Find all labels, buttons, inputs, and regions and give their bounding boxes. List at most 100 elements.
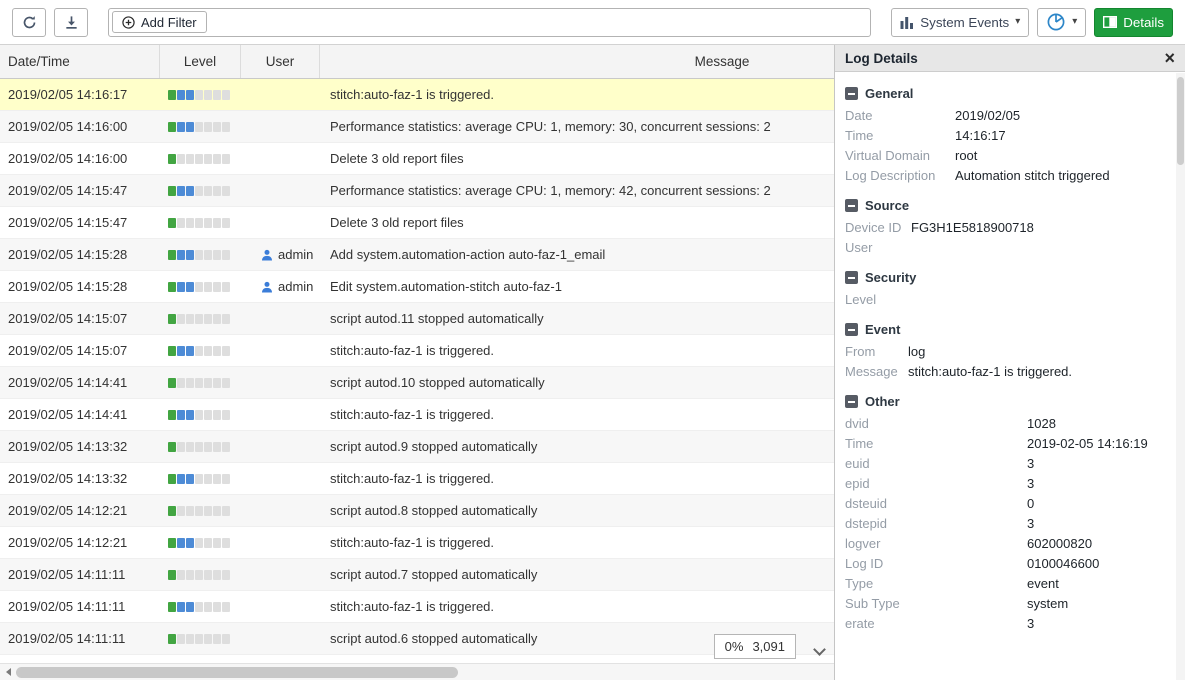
level-segment (204, 410, 212, 420)
level-bar (168, 122, 230, 132)
field-label: Level (845, 290, 911, 310)
details-toggle-button[interactable]: Details (1094, 8, 1173, 37)
table-row[interactable]: 2019/02/05 14:16:17 stitch:auto-faz-1 is… (0, 79, 835, 111)
table-row[interactable]: 2019/02/05 14:12:21 script autod.8 stopp… (0, 495, 835, 527)
cell-user: admin (241, 279, 320, 294)
level-segment (222, 602, 230, 612)
pie-chart-icon (1046, 12, 1066, 32)
chart-menu-button[interactable]: ▾ (1037, 8, 1086, 37)
table-row[interactable]: 2019/02/05 14:13:32 script autod.9 stopp… (0, 431, 835, 463)
section-header[interactable]: Event (845, 322, 1163, 337)
cell-message: script autod.11 stopped automatically (320, 311, 835, 326)
table-row[interactable]: 2019/02/05 14:11:11 script autod.7 stopp… (0, 559, 835, 591)
horizontal-scrollbar-thumb[interactable] (16, 667, 458, 678)
cell-message: script autod.8 stopped automatically (320, 503, 835, 518)
level-segment (204, 634, 212, 644)
vertical-scrollbar-thumb[interactable] (1177, 77, 1184, 165)
cell-level (160, 90, 241, 100)
section-header[interactable]: Other (845, 394, 1163, 409)
horizontal-scrollbar[interactable] (0, 663, 834, 680)
refresh-button[interactable] (12, 8, 46, 37)
chevron-down-icon: ▾ (1015, 17, 1020, 27)
level-segment (195, 410, 203, 420)
table-row[interactable]: 2019/02/05 14:15:07 stitch:auto-faz-1 is… (0, 335, 835, 367)
column-header-level[interactable]: Level (160, 45, 241, 78)
table-row[interactable]: 2019/02/05 14:11:11 script autod.6 stopp… (0, 623, 835, 655)
level-segment (213, 410, 221, 420)
collapse-icon[interactable] (845, 395, 858, 408)
cell-message: Performance statistics: average CPU: 1, … (320, 183, 835, 198)
level-segment (177, 634, 185, 644)
table-row[interactable]: 2019/02/05 14:11:11 stitch:auto-faz-1 is… (0, 591, 835, 623)
table-row[interactable]: 2019/02/05 14:16:00 Performance statisti… (0, 111, 835, 143)
collapse-icon[interactable] (845, 323, 858, 336)
cell-message: stitch:auto-faz-1 is triggered. (320, 343, 835, 358)
column-header-datetime[interactable]: Date/Time (0, 45, 160, 78)
filter-bar[interactable]: Add Filter (108, 8, 871, 37)
section-fields: Level (845, 290, 1163, 310)
table-row[interactable]: 2019/02/05 14:12:21 stitch:auto-faz-1 is… (0, 527, 835, 559)
level-segment (177, 602, 185, 612)
download-button[interactable] (54, 8, 88, 37)
level-segment (186, 634, 194, 644)
level-bar (168, 538, 230, 548)
level-segment (186, 282, 194, 292)
level-segment (168, 282, 176, 292)
cell-datetime: 2019/02/05 14:14:41 (0, 407, 160, 422)
level-segment (204, 506, 212, 516)
field-label: dsteuid (845, 494, 1027, 514)
cell-level (160, 634, 241, 644)
level-segment (213, 90, 221, 100)
add-filter-button[interactable]: Add Filter (112, 11, 207, 33)
log-view-selector[interactable]: System Events ▾ (891, 8, 1029, 37)
table-row[interactable]: 2019/02/05 14:13:32 stitch:auto-faz-1 is… (0, 463, 835, 495)
level-bar (168, 90, 230, 100)
section-header[interactable]: General (845, 86, 1163, 101)
collapse-icon[interactable] (845, 199, 858, 212)
level-segment (195, 634, 203, 644)
vertical-scrollbar[interactable] (1176, 73, 1185, 680)
level-segment (195, 538, 203, 548)
collapse-icon[interactable] (845, 87, 858, 100)
section-title: Source (865, 198, 909, 213)
level-bar (168, 410, 230, 420)
level-segment (177, 474, 185, 484)
bar-chart-icon (900, 16, 914, 29)
level-segment (195, 90, 203, 100)
collapse-icon[interactable] (845, 271, 858, 284)
field-value: Automation stitch triggered (955, 166, 1110, 186)
cell-datetime: 2019/02/05 14:16:00 (0, 151, 160, 166)
column-header-message[interactable]: Message (320, 45, 835, 78)
scroll-left-arrow[interactable] (0, 664, 16, 680)
table-row[interactable]: 2019/02/05 14:15:07 script autod.11 stop… (0, 303, 835, 335)
section-header[interactable]: Security (845, 270, 1163, 285)
section-header[interactable]: Source (845, 198, 1163, 213)
table-row[interactable]: 2019/02/05 14:14:41 script autod.10 stop… (0, 367, 835, 399)
level-segment (213, 154, 221, 164)
detail-field: Log Description Automation stitch trigge… (845, 166, 1163, 186)
level-segment (213, 122, 221, 132)
close-icon[interactable]: × (1164, 49, 1175, 67)
details-section: Source Device ID FG3H1E5818900718 User (845, 198, 1163, 258)
cell-datetime: 2019/02/05 14:11:11 (0, 631, 160, 646)
table-row[interactable]: 2019/02/05 14:14:41 stitch:auto-faz-1 is… (0, 399, 835, 431)
detail-field: Date 2019/02/05 (845, 106, 1163, 126)
table-row[interactable]: 2019/02/05 14:15:28 admin Add system.aut… (0, 239, 835, 271)
table-row[interactable]: 2019/02/05 14:15:47 Performance statisti… (0, 175, 835, 207)
table-row[interactable]: 2019/02/05 14:15:28 admin Edit system.au… (0, 271, 835, 303)
table-row[interactable]: 2019/02/05 14:15:47 Delete 3 old report … (0, 207, 835, 239)
level-segment (213, 602, 221, 612)
cell-level (160, 314, 241, 324)
table-row[interactable]: 2019/02/05 14:16:00 Delete 3 old report … (0, 143, 835, 175)
chevron-down-icon: ▾ (1072, 17, 1077, 27)
detail-field: dstepid 3 (845, 514, 1163, 534)
level-segment (177, 410, 185, 420)
field-value: 2019-02-05 14:16:19 (1027, 434, 1148, 454)
column-header-user[interactable]: User (241, 45, 320, 78)
field-label: From (845, 342, 908, 362)
level-segment (168, 442, 176, 452)
position-counter: 0% 3,091 (714, 634, 796, 659)
field-value: root (955, 146, 977, 166)
cell-level (160, 602, 241, 612)
user-icon (261, 281, 273, 293)
